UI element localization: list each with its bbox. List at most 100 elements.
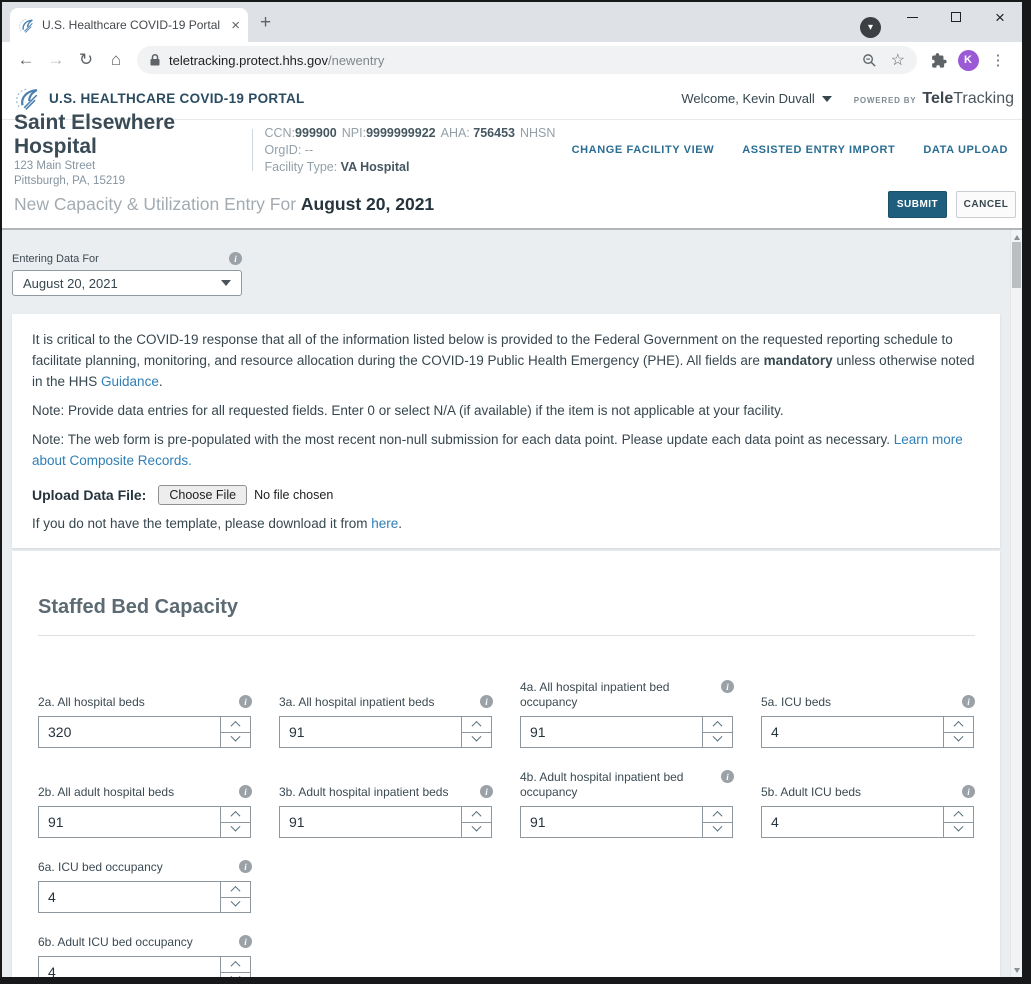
upload-data-file-label: Upload Data File: [32,487,147,503]
section-title: Staffed Bed Capacity [38,596,239,618]
choose-file-button[interactable]: Choose File [158,485,248,505]
info-icon[interactable]: i [480,695,493,708]
welcome-text: Welcome, Kevin Duvall [681,91,815,106]
spin-up-button[interactable] [461,806,492,823]
spin-up-button[interactable] [702,716,733,733]
maximize-button[interactable] [934,2,978,32]
home-icon[interactable]: ⌂ [101,50,131,70]
submit-button[interactable]: SUBMIT [888,190,947,218]
info-icon[interactable]: i [480,785,493,798]
info-icon[interactable]: i [962,695,975,708]
info-icon[interactable]: i [229,252,242,265]
zoom-icon[interactable] [862,53,877,68]
info-icon[interactable]: i [721,680,734,693]
number-input[interactable]: 4 [761,806,944,838]
field-label: 4b. Adult hospital inpatient bed occupan… [520,770,684,799]
facility-address-line1: 123 Main Street [14,160,96,172]
chrome-update-icon[interactable]: ▾ [860,17,881,38]
spin-up-button[interactable] [943,716,974,733]
field-label: 5b. Adult ICU beds [761,785,862,799]
scrollbar[interactable] [1010,230,1022,977]
spin-down-button[interactable] [943,821,974,838]
number-input[interactable]: 91 [38,806,221,838]
facility-identity: Saint Elsewhere Hospital 123 Main Street… [14,111,238,189]
entering-data-label: Entering Data For [12,252,99,265]
number-input[interactable]: 91 [520,806,703,838]
user-menu[interactable]: Welcome, Kevin Duvall [681,91,832,106]
page-title: New Capacity & Utilization Entry For Aug… [14,193,435,214]
chevron-down-icon [471,821,482,832]
window-controls: × [890,2,1022,32]
spin-up-button[interactable] [220,956,251,973]
teletracking-logo: TeleTracking [922,89,1014,107]
chevron-down-icon [230,731,241,742]
data-upload-link[interactable]: DATA UPLOAD [923,144,1008,156]
info-icon[interactable]: i [239,935,252,948]
spin-down-button[interactable] [461,731,492,748]
select-caret-icon [221,280,231,286]
spin-up-button[interactable] [702,806,733,823]
spin-up-button[interactable] [943,806,974,823]
number-input[interactable]: 4 [38,956,221,977]
reload-icon[interactable]: ↻ [71,50,101,70]
info-icon[interactable]: i [239,785,252,798]
spin-down-button[interactable] [220,896,251,913]
spin-down-button[interactable] [702,821,733,838]
info-icon[interactable]: i [239,860,252,873]
back-icon[interactable]: ← [11,50,41,70]
scrollbar-thumb[interactable] [1012,242,1021,288]
number-input[interactable]: 320 [38,716,221,748]
facility-address-line2: Pittsburgh, PA, 15219 [14,175,126,187]
forward-icon: → [47,50,65,69]
number-input[interactable]: 91 [520,716,703,748]
chevron-up-icon [230,885,241,896]
notice-paragraph-2: Note: Provide data entries for all reque… [32,403,784,418]
info-icon[interactable]: i [962,785,975,798]
number-input[interactable]: 4 [38,881,221,913]
info-icon[interactable]: i [721,770,734,783]
field-label: 3a. All hospital inpatient beds [279,695,435,709]
browser-menu-icon[interactable]: ⋮ [983,51,1013,69]
cancel-button[interactable]: CANCEL [956,190,1016,218]
spin-up-button[interactable] [461,716,492,733]
spin-up-button[interactable] [220,881,251,898]
portal-title: U.S. HEALTHCARE COVID-19 PORTAL [49,91,305,106]
spin-down-button[interactable] [220,971,251,977]
spin-up-button[interactable] [220,716,251,733]
spin-down-button[interactable] [943,731,974,748]
lock-icon [150,53,160,66]
field-label: 5a. ICU beds [761,695,832,709]
guidance-link[interactable]: Guidance [101,374,159,389]
template-here-link[interactable]: here [371,516,398,531]
minimize-button[interactable] [890,2,934,32]
profile-avatar[interactable]: K [953,49,983,71]
facility-type: VA Hospital [340,159,410,174]
number-input[interactable]: 4 [761,716,944,748]
chevron-down-icon [712,731,723,742]
extensions-icon[interactable] [923,52,953,69]
tab-title: U.S. Healthcare COVID-19 Portal [42,18,221,32]
spin-down-button[interactable] [461,821,492,838]
number-input[interactable]: 91 [279,716,462,748]
change-facility-view-link[interactable]: CHANGE FACILITY VIEW [572,144,715,156]
page-content: Entering Data For i August 20, 2021 It i… [2,230,1022,977]
file-status: No file chosen [254,488,334,502]
spin-down-button[interactable] [220,821,251,838]
close-window-button[interactable]: × [978,2,1022,32]
spin-up-button[interactable] [220,806,251,823]
assisted-entry-import-link[interactable]: ASSISTED ENTRY IMPORT [742,144,895,156]
tab-close-icon[interactable]: × [231,18,240,33]
browser-tab[interactable]: U.S. Healthcare COVID-19 Portal × [10,8,248,42]
address-bar[interactable]: teletracking.protect.hhs.gov/newentry ☆ [137,46,917,74]
number-input[interactable]: 91 [279,806,462,838]
info-icon[interactable]: i [239,695,252,708]
notice-paragraph-1: It is critical to the COVID-19 response … [32,332,975,389]
scrollbar-down-button[interactable] [1011,963,1022,977]
chevron-down-icon [471,731,482,742]
vertical-divider [251,129,253,171]
spin-down-button[interactable] [702,731,733,748]
entering-data-select[interactable]: August 20, 2021 [12,270,242,296]
spin-down-button[interactable] [220,731,251,748]
bookmark-star-icon[interactable]: ☆ [891,50,905,70]
new-tab-button[interactable]: + [260,12,271,34]
